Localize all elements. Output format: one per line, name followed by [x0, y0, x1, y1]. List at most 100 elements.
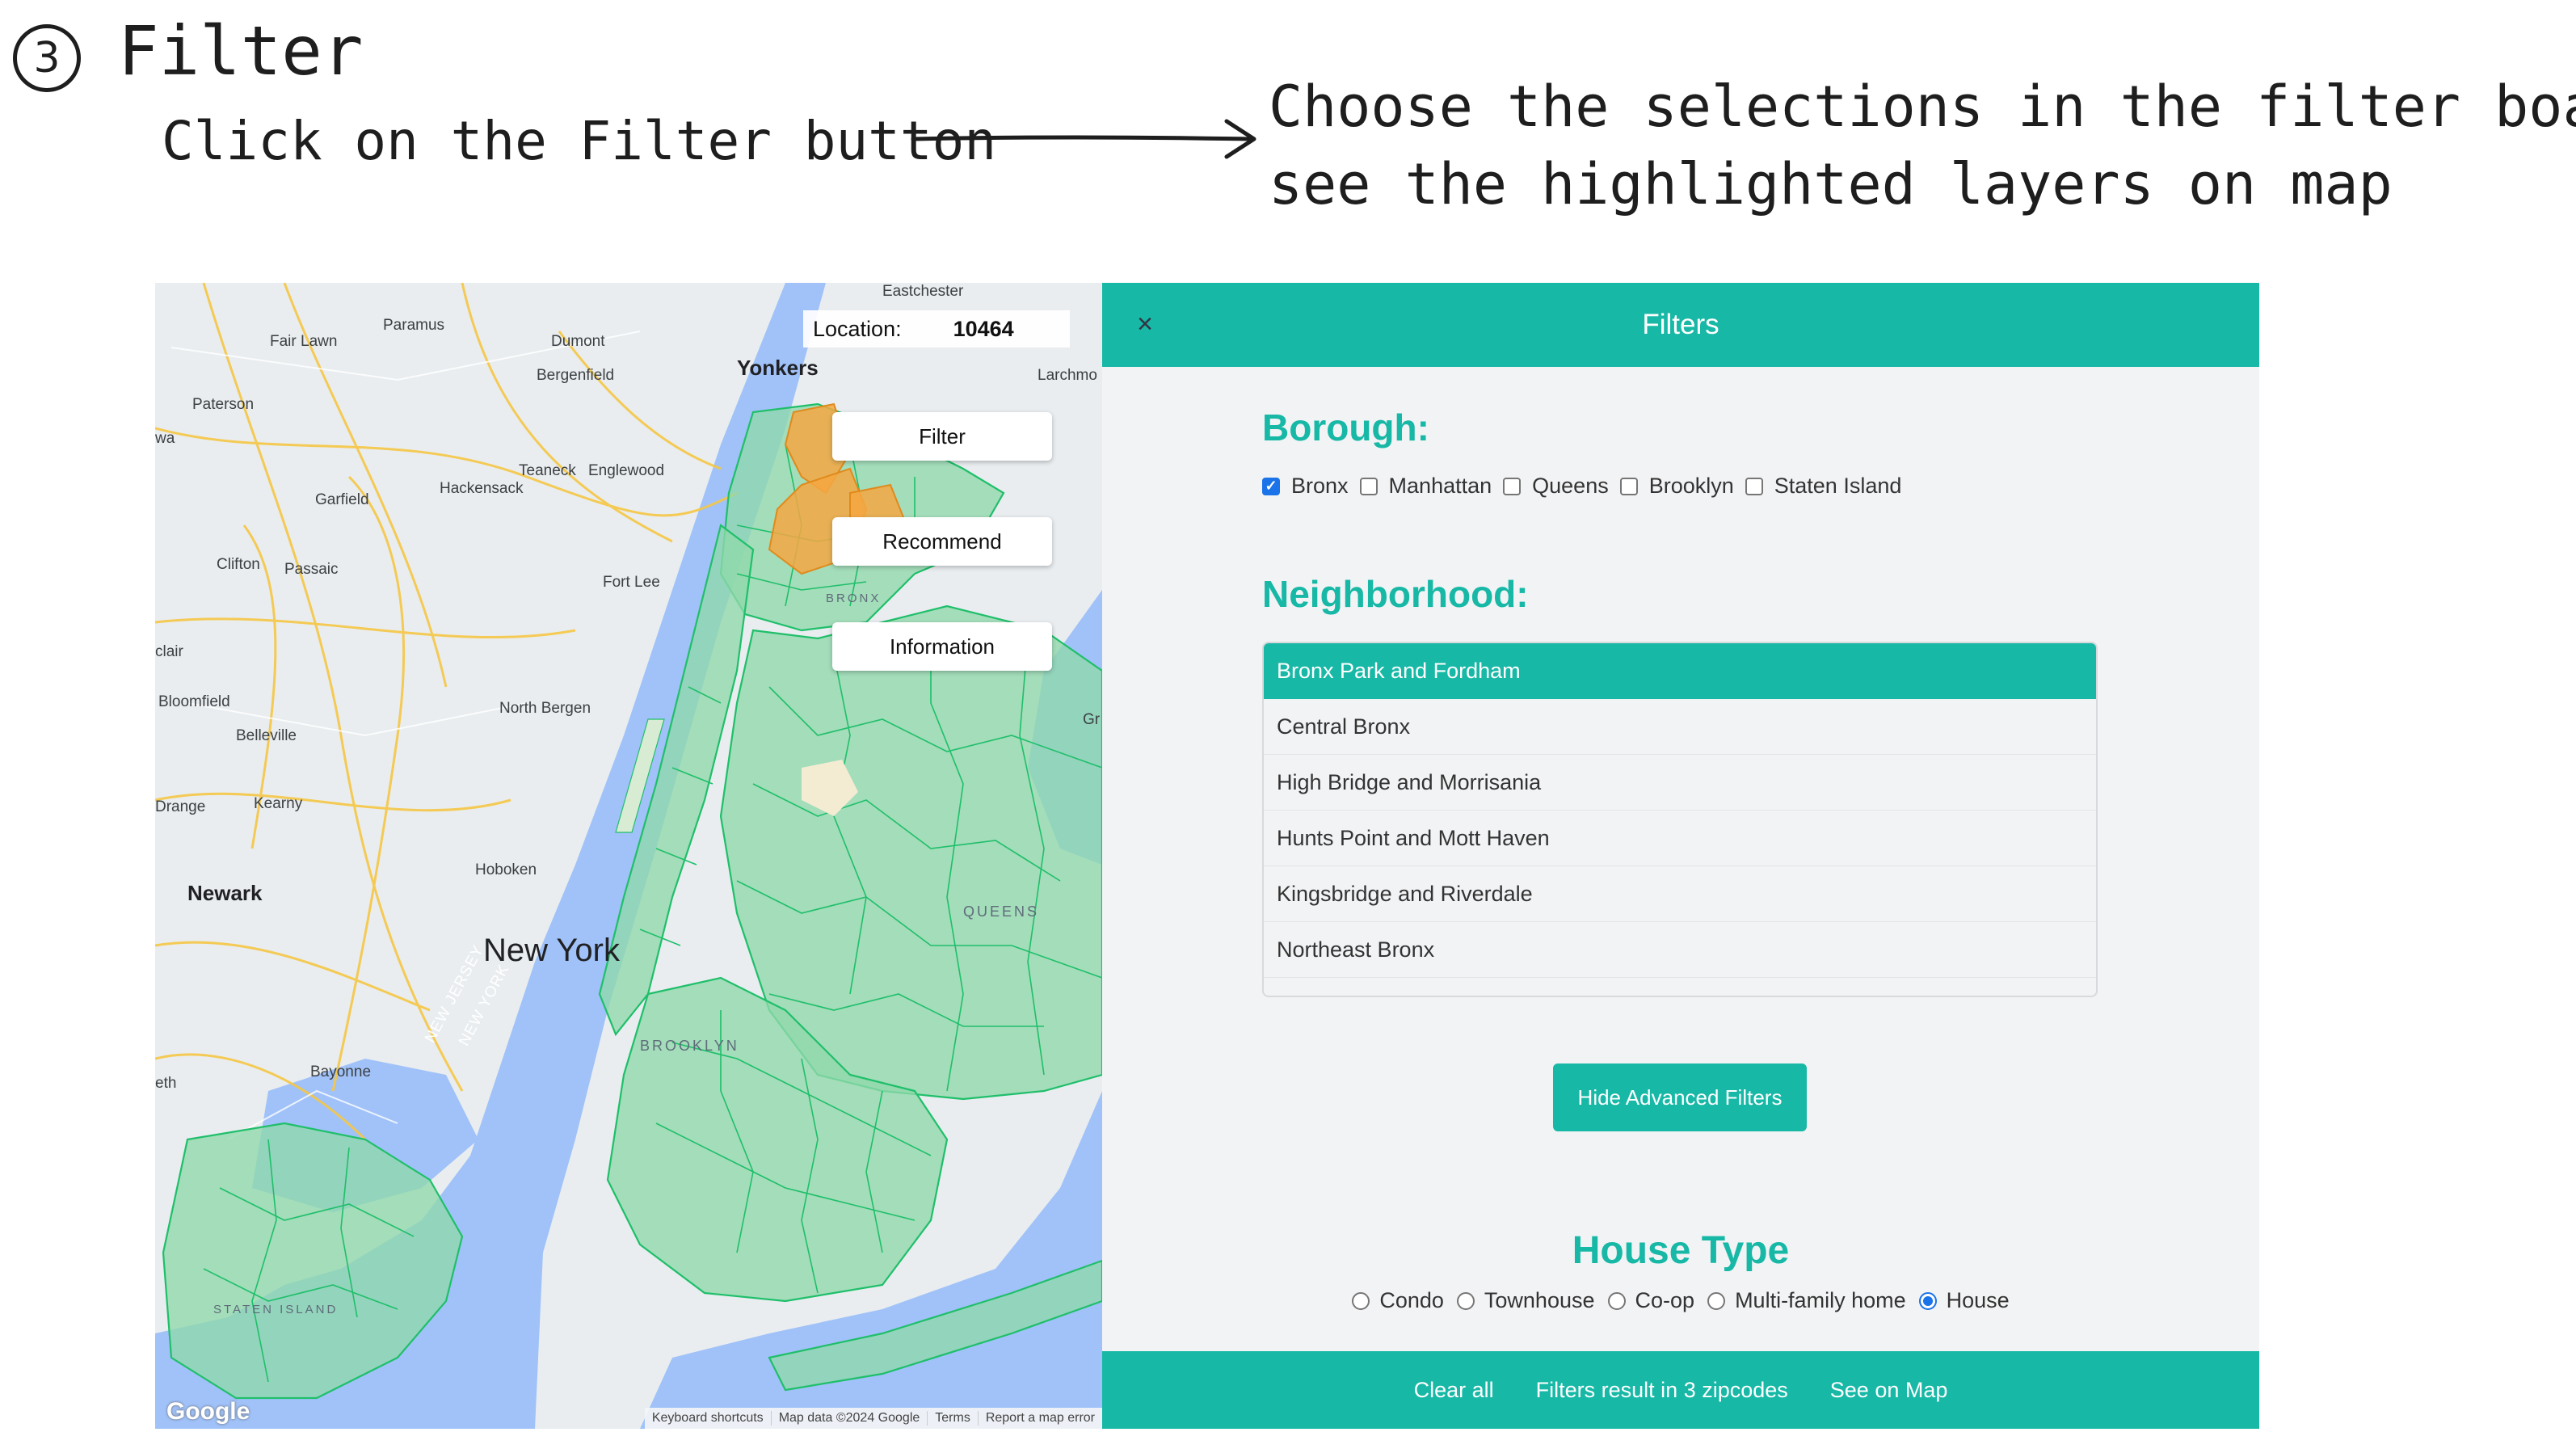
radio-icon[interactable] — [1352, 1291, 1370, 1310]
information-button[interactable]: Information — [832, 622, 1052, 671]
checkbox-checked-icon[interactable]: ✓ — [1262, 477, 1280, 495]
label-garfield: Garfield — [315, 491, 369, 508]
borough-option-staten-island[interactable]: Staten Island — [1745, 474, 1902, 499]
house-type-option-condo[interactable]: Condo — [1352, 1288, 1444, 1313]
house-type-label: Multi-family home — [1735, 1288, 1906, 1312]
close-icon[interactable]: × — [1128, 307, 1162, 341]
house-type-radios: Condo Townhouse Co-op Multi-family home … — [1102, 1288, 2259, 1313]
terms-link[interactable]: Terms — [928, 1411, 979, 1426]
neighborhood-item[interactable]: Central Bronx — [1264, 699, 2096, 755]
house-type-label: House — [1946, 1288, 2010, 1312]
label-orange: Drange — [155, 798, 206, 815]
label-north-bergen: North Bergen — [499, 700, 591, 717]
house-type-option-townhouse[interactable]: Townhouse — [1456, 1288, 1595, 1313]
label-dumont: Dumont — [551, 333, 605, 350]
keyboard-shortcuts-link[interactable]: Keyboard shortcuts — [645, 1411, 772, 1426]
borough-label: Manhattan — [1388, 474, 1492, 498]
neighborhood-list[interactable]: Bronx Park and Fordham Central Bronx Hig… — [1262, 642, 2098, 997]
label-fair-lawn: Fair Lawn — [270, 333, 338, 350]
label-brooklyn: BROOKLYN — [640, 1038, 739, 1054]
left-instruction: Click on the Filter button — [162, 110, 997, 172]
neighborhood-item[interactable]: Hunts Point and Mott Haven — [1264, 811, 2096, 866]
label-eth: eth — [155, 1075, 177, 1092]
label-clifton: Clifton — [217, 556, 260, 573]
filter-button[interactable]: Filter — [832, 412, 1052, 461]
map-data-attribution: Map data ©2024 Google — [772, 1411, 928, 1426]
neighborhood-item[interactable]: Northeast Bronx — [1264, 922, 2096, 978]
see-on-map-button[interactable]: See on Map — [1830, 1378, 1948, 1403]
step-number: 3 — [33, 34, 61, 82]
filters-panel: × Filters Borough: ✓ Bronx Manhattan Quee… — [1102, 283, 2259, 1429]
recommend-button[interactable]: Recommend — [832, 517, 1052, 566]
radio-icon[interactable] — [1707, 1291, 1726, 1310]
label-passaic: Passaic — [284, 561, 339, 578]
neighborhood-item-selected[interactable]: Bronx Park and Fordham — [1264, 643, 2096, 699]
label-bronx: BRONX — [826, 592, 882, 605]
right-instruction-line2: see the highlighted layers on map — [1269, 151, 2393, 217]
label-teaneck: Teaneck — [519, 462, 576, 479]
checkbox-icon[interactable] — [1359, 477, 1378, 495]
filters-header: × Filters — [1102, 283, 2259, 367]
radio-selected-icon[interactable] — [1918, 1291, 1937, 1310]
neighborhood-heading: Neighborhood: — [1262, 573, 1529, 615]
borough-label: Queens — [1532, 474, 1609, 498]
location-value: 10464 — [953, 316, 1014, 341]
house-type-option-co-op[interactable]: Co-op — [1607, 1288, 1695, 1313]
label-paterson: Paterson — [192, 396, 255, 413]
borough-option-manhattan[interactable]: Manhattan — [1359, 474, 1492, 499]
clear-all-button[interactable]: Clear all — [1414, 1378, 1494, 1403]
borough-label: Bronx — [1291, 474, 1349, 498]
filters-footer: Clear all Filters result in 3 zipcodes S… — [1102, 1351, 2259, 1429]
filters-title: Filters — [1642, 309, 1719, 340]
label-larchmont: Larchmo — [1038, 367, 1097, 384]
step-number-badge: 3 — [13, 24, 81, 92]
hide-advanced-filters-button[interactable]: Hide Advanced Filters — [1553, 1063, 1807, 1131]
borough-label: Brooklyn — [1648, 474, 1734, 498]
label-belleville: Belleville — [236, 727, 297, 744]
house-type-label: Co-op — [1635, 1288, 1695, 1312]
checkbox-icon[interactable] — [1619, 477, 1638, 495]
neighborhood-item[interactable]: High Bridge and Morrisania — [1264, 755, 2096, 811]
google-logo: Google — [166, 1398, 250, 1425]
house-type-option-house[interactable]: House — [1918, 1288, 2010, 1313]
label-new-york: New York — [483, 933, 620, 968]
label-paramus: Paramus — [383, 317, 445, 334]
checkbox-icon[interactable] — [1745, 477, 1763, 495]
radio-icon[interactable] — [1607, 1291, 1626, 1310]
filter-result-text: Filters result in 3 zipcodes — [1535, 1377, 1788, 1402]
label-hoboken: Hoboken — [475, 861, 537, 878]
label-fort-lee: Fort Lee — [603, 574, 660, 591]
label-bergenfield: Bergenfield — [537, 367, 615, 384]
borough-option-bronx[interactable]: ✓ Bronx — [1262, 474, 1349, 499]
borough-option-brooklyn[interactable]: Brooklyn — [1619, 474, 1734, 499]
borough-checkboxes: ✓ Bronx Manhattan Queens Brooklyn Staten … — [1262, 474, 1913, 499]
annotation-arrow-icon — [911, 119, 1256, 159]
label-kearny: Kearny — [254, 795, 303, 812]
house-type-label: Condo — [1379, 1288, 1444, 1312]
borough-heading: Borough: — [1262, 406, 1429, 449]
location-display: Location: 10464 — [803, 310, 1070, 347]
label-englewood: Englewood — [588, 462, 665, 479]
checkbox-icon[interactable] — [1503, 477, 1522, 495]
app-screenshot: Eastchester Fair Lawn Paramus Dumont Ber… — [155, 283, 2259, 1429]
house-type-heading: House Type — [1572, 1229, 1790, 1272]
house-type-label: Townhouse — [1484, 1288, 1595, 1312]
label-bayonne: Bayonne — [310, 1063, 372, 1080]
borough-label: Staten Island — [1774, 474, 1902, 498]
label-gr: Gr — [1083, 711, 1101, 728]
label-queens: QUEENS — [963, 903, 1040, 920]
report-map-error-link[interactable]: Report a map error — [979, 1411, 1102, 1426]
map-view[interactable]: Eastchester Fair Lawn Paramus Dumont Ber… — [155, 283, 1102, 1429]
house-type-option-multi-family[interactable]: Multi-family home — [1707, 1288, 1906, 1313]
neighborhood-item[interactable]: Kingsbridge and Riverdale — [1264, 866, 2096, 922]
right-instruction-line1: Choose the selections in the filter boar… — [1269, 74, 2576, 140]
borough-option-queens[interactable]: Queens — [1503, 474, 1609, 499]
label-bloomfield: Bloomfield — [158, 693, 230, 710]
map-footer: Keyboard shortcuts Map data ©2024 Google… — [644, 1408, 1102, 1429]
label-staten-island: STATEN ISLAND — [213, 1303, 339, 1316]
label-clair: clair — [155, 643, 183, 660]
radio-icon[interactable] — [1456, 1291, 1475, 1310]
label-wa: wa — [155, 430, 175, 447]
label-newark: Newark — [187, 881, 263, 905]
label-yonkers: Yonkers — [737, 356, 819, 380]
